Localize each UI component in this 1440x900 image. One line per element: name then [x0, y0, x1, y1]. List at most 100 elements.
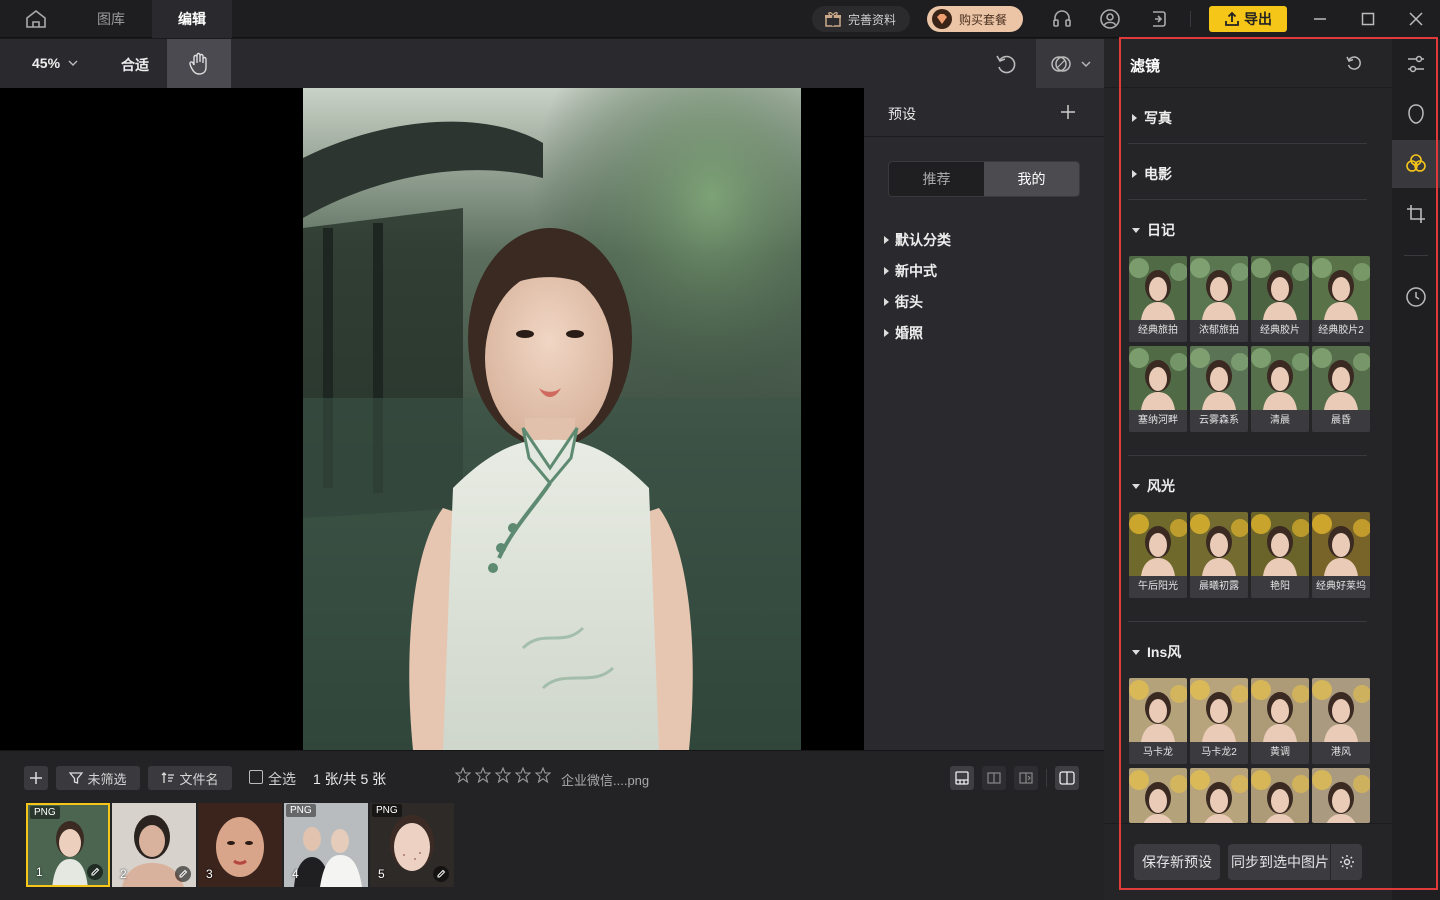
- export-button[interactable]: 导出: [1209, 6, 1287, 32]
- image-canvas[interactable]: [0, 88, 864, 750]
- preset-category[interactable]: 婚照: [884, 317, 951, 348]
- crop-icon[interactable]: [1392, 190, 1440, 238]
- view-divider: [1046, 769, 1047, 787]
- filter-thumb[interactable]: 清晨: [1251, 346, 1309, 432]
- rating-stars[interactable]: [455, 767, 551, 783]
- maximize-icon[interactable]: [1357, 8, 1379, 30]
- filter-preview: [1312, 768, 1370, 823]
- filter-section-movie[interactable]: 电影: [1132, 164, 1172, 184]
- filter-section-portrait[interactable]: 写真: [1132, 108, 1172, 128]
- preset-category[interactable]: 新中式: [884, 255, 951, 286]
- filter-section-scenery[interactable]: 风光: [1132, 476, 1175, 496]
- zoom-dropdown[interactable]: 45%: [32, 55, 78, 71]
- filter-thumb[interactable]: 黄调: [1251, 678, 1309, 764]
- filter-thumb[interactable]: 经典胶片: [1251, 256, 1309, 342]
- section-label: 日记: [1147, 222, 1175, 238]
- caret-down-icon: [1132, 483, 1140, 489]
- select-all-checkbox[interactable]: [249, 770, 263, 784]
- face-retouch-icon[interactable]: [1392, 90, 1440, 138]
- filter-thumb[interactable]: 塞纳河畔: [1129, 346, 1187, 432]
- preset-category[interactable]: 默认分类: [884, 224, 951, 255]
- filter-preview: [1190, 256, 1248, 320]
- tab-library[interactable]: 图库: [70, 0, 152, 38]
- view-split-button[interactable]: [1014, 766, 1038, 790]
- compare-dropdown[interactable]: [1036, 39, 1104, 88]
- toolbar-divider: [1190, 11, 1191, 27]
- rotate-reset-icon[interactable]: [994, 52, 1020, 76]
- film-thumb[interactable]: PNG 5: [370, 803, 454, 887]
- export-label: 导出: [1244, 11, 1272, 27]
- sync-settings-button[interactable]: [1330, 844, 1362, 880]
- filter-thumb[interactable]: 云雾森系: [1190, 346, 1248, 432]
- add-preset-icon[interactable]: [1058, 102, 1078, 122]
- filter-thumb[interactable]: [1251, 768, 1309, 823]
- filter-thumb[interactable]: 经典胶片2: [1312, 256, 1370, 342]
- sort-icon: [162, 772, 175, 783]
- filter-thumb[interactable]: [1190, 768, 1248, 823]
- user-icon[interactable]: [1099, 8, 1121, 30]
- filter-thumb[interactable]: [1312, 768, 1370, 823]
- sync-to-selected-button[interactable]: 同步到选中图片: [1228, 844, 1332, 880]
- filter-thumb[interactable]: 艳阳: [1251, 512, 1309, 598]
- home-icon[interactable]: [18, 8, 54, 30]
- save-new-preset-button[interactable]: 保存新预设: [1134, 844, 1220, 880]
- tab-recommended[interactable]: 推荐: [889, 162, 984, 196]
- add-image-button[interactable]: [24, 766, 48, 790]
- filter-title: 滤镜: [1130, 58, 1161, 75]
- tab-edit[interactable]: 编辑: [152, 0, 232, 38]
- view-compare-button[interactable]: [1055, 766, 1079, 790]
- star-icon: [535, 767, 551, 783]
- pencil-icon: [175, 866, 191, 882]
- section-label: 写真: [1144, 110, 1172, 126]
- complete-profile-button[interactable]: 完善资料: [812, 6, 910, 32]
- pencil-icon: [87, 864, 103, 880]
- minimize-icon[interactable]: [1309, 8, 1331, 30]
- logout-icon[interactable]: [1147, 8, 1169, 30]
- filter-thumb[interactable]: 港风: [1312, 678, 1370, 764]
- filter-section-ins[interactable]: Ins风: [1132, 642, 1181, 662]
- tab-mine[interactable]: 我的: [984, 162, 1079, 196]
- filter-thumb[interactable]: 经典好莱坞: [1312, 512, 1370, 598]
- filter-thumb[interactable]: 浓郁旅拍: [1190, 256, 1248, 342]
- before-after-icon: [987, 772, 1001, 784]
- filter-tool-icon[interactable]: [1392, 140, 1440, 188]
- filter-label: 塞纳河畔: [1129, 410, 1187, 432]
- filter-thumb[interactable]: 晨昏: [1312, 346, 1370, 432]
- filter-thumb[interactable]: 经典旅拍: [1129, 256, 1187, 342]
- film-thumb[interactable]: PNG 4: [284, 803, 368, 887]
- filter-thumb[interactable]: 马卡龙2: [1190, 678, 1248, 764]
- filter-thumb[interactable]: 晨曦初露: [1190, 512, 1248, 598]
- history-icon[interactable]: [1392, 273, 1440, 321]
- filter-preview: [1251, 678, 1309, 742]
- hand-tool-button[interactable]: [167, 39, 231, 88]
- filter-status-button[interactable]: 未筛选: [56, 766, 140, 790]
- filter-thumb[interactable]: [1129, 768, 1187, 823]
- filter-label: 马卡龙: [1129, 742, 1187, 764]
- adjust-sliders-icon[interactable]: [1392, 40, 1440, 88]
- caret-right-icon: [884, 328, 889, 337]
- close-icon[interactable]: [1405, 8, 1427, 30]
- fit-button[interactable]: 合适: [121, 55, 149, 75]
- diamond-icon: [932, 9, 952, 29]
- chevron-down-icon: [68, 60, 78, 66]
- filter-thumb[interactable]: 午后阳光: [1129, 512, 1187, 598]
- view-before-after-button[interactable]: [982, 766, 1006, 790]
- plus-icon: [30, 772, 42, 784]
- star-icon: [455, 767, 471, 783]
- headset-icon[interactable]: [1051, 8, 1073, 30]
- png-tag: PNG: [372, 804, 402, 817]
- film-thumb[interactable]: 3: [198, 803, 282, 887]
- buy-plan-button[interactable]: 购买套餐: [927, 6, 1023, 32]
- filter-section-diary[interactable]: 日记: [1132, 220, 1175, 240]
- filter-thumb[interactable]: 马卡龙: [1129, 678, 1187, 764]
- filter-label: 经典胶片: [1251, 320, 1309, 342]
- view-single-button[interactable]: [950, 766, 974, 790]
- reset-icon[interactable]: [1345, 54, 1363, 72]
- film-thumb[interactable]: PNG 1: [26, 803, 110, 887]
- divider: [1128, 455, 1367, 456]
- sort-button[interactable]: 文件名: [148, 766, 232, 790]
- filter-label: 浓郁旅拍: [1190, 320, 1248, 342]
- preset-category[interactable]: 街头: [884, 286, 951, 317]
- filter-header: 滤镜: [1104, 39, 1392, 88]
- film-thumb[interactable]: 2: [112, 803, 196, 887]
